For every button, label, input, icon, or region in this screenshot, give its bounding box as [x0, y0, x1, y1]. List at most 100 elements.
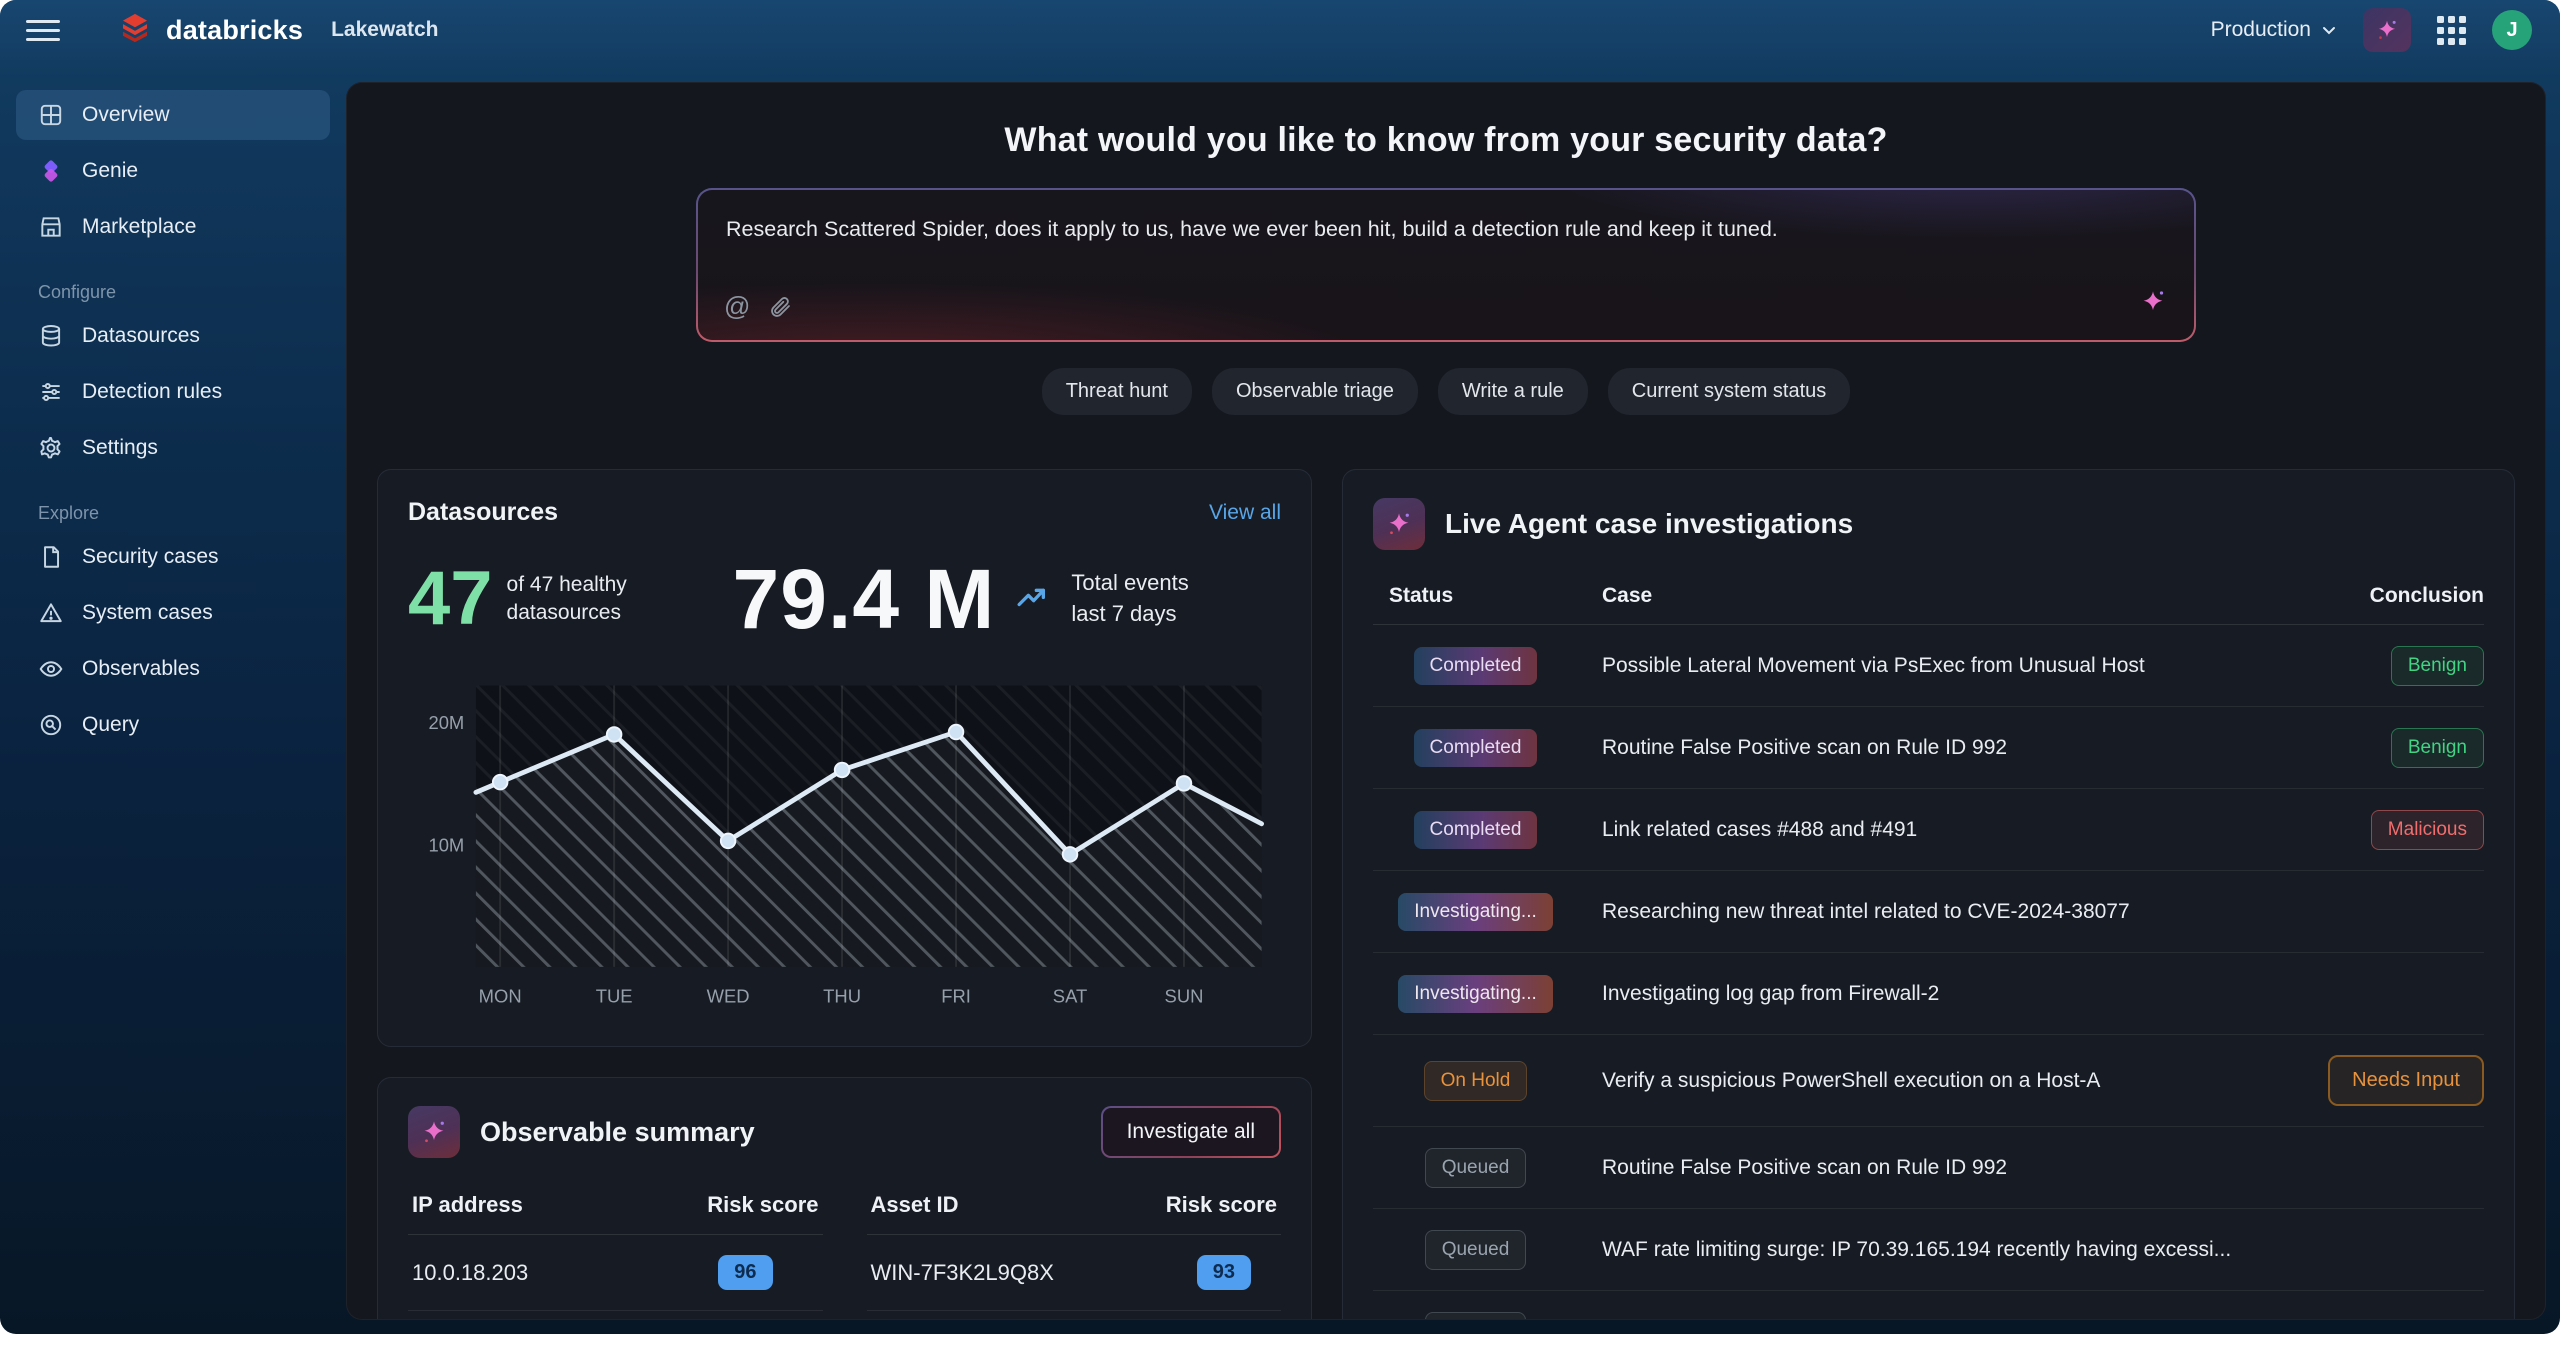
app-name: Lakewatch: [331, 18, 438, 42]
sidebar-item-label: Overview: [82, 103, 170, 127]
case-title: Researching new threat intel related to …: [1602, 900, 2260, 924]
observable-asset-group: Asset ID Risk score WIN-7F3K2L9Q8X 93: [867, 1192, 1282, 1311]
svg-text:WED: WED: [707, 986, 750, 1007]
risk-score-badge: 96: [718, 1255, 772, 1290]
total-events-value: 79.4 M: [733, 557, 996, 641]
sidebar-item-genie[interactable]: Genie: [16, 146, 330, 196]
sidebar-item-label: Observables: [82, 657, 200, 681]
table-row[interactable]: 10.0.18.203 96: [408, 1235, 823, 1311]
sidebar-item-detection-rules[interactable]: Detection rules: [16, 367, 330, 417]
page-title: What would you like to know from your se…: [696, 121, 2196, 160]
case-title: Verify a suspicious PowerShell execution…: [1602, 1069, 2260, 1093]
column-header-status: Status: [1373, 584, 1578, 608]
app-window: databricks Lakewatch Production J Overvi…: [0, 0, 2560, 1334]
table-row[interactable]: Completed Routine False Positive scan on…: [1373, 707, 2484, 789]
svg-text:FRI: FRI: [941, 986, 971, 1007]
healthy-count: 47: [408, 561, 493, 637]
column-header-ip: IP address: [412, 1192, 523, 1218]
investigate-all-button[interactable]: Investigate all: [1101, 1106, 1281, 1158]
sidebar-item-overview[interactable]: Overview: [16, 90, 330, 140]
prompt-input[interactable]: Research Scattered Spider, does it apply…: [726, 214, 2166, 244]
case-title: Routine False Positive scan on Rule ID 9…: [1602, 1156, 2260, 1180]
svg-text:TUE: TUE: [596, 986, 633, 1007]
top-bar: databricks Lakewatch Production J: [0, 0, 2560, 60]
table-row[interactable]: Queued WAF rate limiting surge: IP 70.39…: [1373, 1209, 2484, 1291]
overview-grid-icon: [38, 102, 64, 128]
status-badge: Completed: [1414, 647, 1538, 685]
suggestion-chip-threat-hunt[interactable]: Threat hunt: [1042, 368, 1192, 415]
status-badge: Completed: [1414, 811, 1538, 849]
datasources-card-title: Datasources: [408, 498, 558, 527]
suggestion-chip-observable-triage[interactable]: Observable triage: [1212, 368, 1418, 415]
send-sparkle-button[interactable]: [2138, 287, 2168, 322]
table-row[interactable]: Completed Possible Lateral Movement via …: [1373, 625, 2484, 707]
status-badge: Investigating...: [1398, 893, 1553, 931]
sidebar-item-observables[interactable]: Observables: [16, 644, 330, 694]
case-title: Link related cases #488 and #491: [1602, 818, 2260, 842]
column-header-conclusion: Conclusion: [2284, 584, 2484, 608]
table-row[interactable]: Queued Routine False Positive scan on Ru…: [1373, 1127, 2484, 1209]
sidebar-item-marketplace[interactable]: Marketplace: [16, 202, 330, 252]
healthy-label: of 47 healthy datasources: [507, 571, 667, 628]
chevron-down-icon: [2321, 22, 2337, 38]
sidebar-item-label: Query: [82, 713, 139, 737]
events-chart: 10M20M MONTUEWEDTHUFRISATSUN: [408, 671, 1281, 1020]
suggestion-chip-system-status[interactable]: Current system status: [1608, 368, 1851, 415]
sidebar-item-query[interactable]: Query: [16, 700, 330, 750]
sidebar-item-security-cases[interactable]: Security cases: [16, 532, 330, 582]
mention-icon[interactable]: @: [724, 291, 750, 322]
total-events-label: Total events last 7 days: [1071, 568, 1221, 630]
status-badge: Queued: [1425, 1148, 1527, 1188]
observable-summary-card: Observable summary Investigate all IP ad…: [377, 1077, 1312, 1320]
sidebar-item-label: Settings: [82, 436, 158, 460]
table-row[interactable]: Investigating... Researching new threat …: [1373, 871, 2484, 953]
hamburger-menu-icon[interactable]: [26, 17, 60, 43]
case-title: Possible Lateral Movement via PsExec fro…: [1602, 654, 2260, 678]
apps-grid-icon[interactable]: [2437, 16, 2466, 45]
databricks-logo-icon: [118, 11, 152, 50]
conclusion-badge: Needs Input: [2328, 1055, 2484, 1106]
conclusion-badge: Malicious: [2371, 810, 2484, 850]
column-header-case: Case: [1602, 584, 2260, 608]
live-agent-title: Live Agent case investigations: [1445, 508, 1853, 540]
alert-triangle-icon: [38, 600, 64, 626]
risk-score-badge: 93: [1197, 1255, 1251, 1290]
database-icon: [38, 323, 64, 349]
sidebar-item-label: Datasources: [82, 324, 200, 348]
environment-selector[interactable]: Production: [2211, 18, 2337, 42]
rules-filter-icon: [38, 379, 64, 405]
sidebar-item-label: Security cases: [82, 545, 219, 569]
status-badge: Queued: [1425, 1230, 1527, 1270]
attachment-paperclip-icon[interactable]: [768, 295, 792, 319]
storefront-icon: [38, 214, 64, 240]
sidebar: Overview Genie Marketplace Configure Dat…: [0, 60, 346, 1334]
sidebar-item-system-cases[interactable]: System cases: [16, 588, 330, 638]
sidebar-item-datasources[interactable]: Datasources: [16, 311, 330, 361]
user-avatar[interactable]: J: [2492, 10, 2532, 50]
status-badge: Queued: [1425, 1312, 1527, 1320]
trend-up-icon: [1015, 580, 1055, 619]
sidebar-item-settings[interactable]: Settings: [16, 423, 330, 473]
suggestion-chip-write-a-rule[interactable]: Write a rule: [1438, 368, 1588, 415]
agent-sparkle-icon: [408, 1106, 460, 1158]
svg-text:20M: 20M: [428, 712, 464, 733]
sidebar-item-label: Marketplace: [82, 215, 196, 239]
view-all-link[interactable]: View all: [1209, 501, 1281, 525]
table-row[interactable]: Queued Multi-technique threat campaign: …: [1373, 1291, 2484, 1320]
sparkle-icon: [2138, 287, 2168, 317]
sidebar-item-label: Detection rules: [82, 380, 222, 404]
gear-icon: [38, 435, 64, 461]
table-row[interactable]: Investigating... Investigating log gap f…: [1373, 953, 2484, 1035]
assistant-sparkle-button[interactable]: [2363, 8, 2411, 52]
svg-text:SUN: SUN: [1165, 986, 1204, 1007]
case-title: Routine False Positive scan on Rule ID 9…: [1602, 736, 2260, 760]
svg-text:SAT: SAT: [1053, 986, 1087, 1007]
status-badge: Completed: [1414, 729, 1538, 767]
case-title: WAF rate limiting surge: IP 70.39.165.19…: [1602, 1238, 2260, 1262]
observable-ip-group: IP address Risk score 10.0.18.203 96: [408, 1192, 823, 1311]
datasources-card: Datasources View all 47 of 47 healthy da…: [377, 469, 1312, 1047]
table-row[interactable]: On Hold Verify a suspicious PowerShell e…: [1373, 1035, 2484, 1127]
table-row[interactable]: WIN-7F3K2L9Q8X 93: [867, 1235, 1282, 1311]
genie-icon: [38, 158, 64, 184]
table-row[interactable]: Completed Link related cases #488 and #4…: [1373, 789, 2484, 871]
